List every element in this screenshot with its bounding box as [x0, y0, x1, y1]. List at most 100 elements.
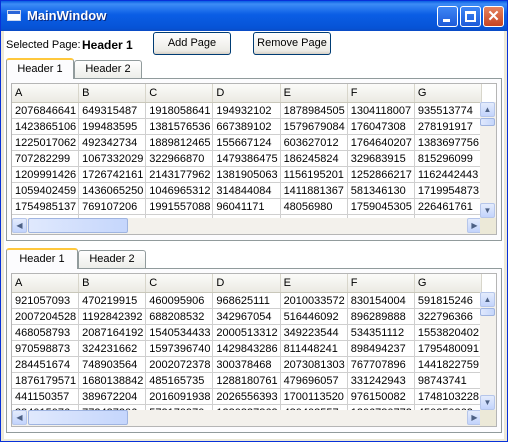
horizontal-scrollbar[interactable]: ◀ ▶ — [12, 218, 482, 234]
grid-cell[interactable]: 1156195201 — [280, 166, 348, 183]
grid-cell[interactable]: 2010033572 — [280, 292, 348, 309]
top-tab-header-2[interactable]: Header 2 — [74, 60, 142, 78]
grid-cell[interactable]: 1209991426 — [12, 166, 80, 183]
column-header[interactable]: D — [212, 84, 281, 103]
grid-cell[interactable]: 976150082 — [347, 388, 415, 405]
table-row[interactable]: 1209991426 1726742161 2143177962 1381905063… — [12, 166, 482, 183]
grid-cell[interactable]: 1726742161 — [78, 166, 147, 183]
grid-cell[interactable]: 48056980 — [280, 198, 348, 215]
add-page-button[interactable]: Add Page — [153, 32, 231, 55]
grid-cell[interactable]: 2076846641 — [12, 102, 80, 119]
grid-cell[interactable]: 460095906 — [145, 292, 214, 309]
grid-cell[interactable]: 324231662 — [78, 340, 147, 357]
grid-cell[interactable]: 1553820402 — [414, 324, 482, 341]
grid-viewport-bottom[interactable]: A B C D E F G 921057093 470219915 460095906 968625… — [12, 274, 482, 410]
grid-cell[interactable]: 1991557088 — [145, 198, 214, 215]
grid-cell[interactable]: 1759045305 — [347, 198, 415, 215]
grid-viewport-top[interactable]: A B C D E F G 2076846641 649315487 1918058641 1949… — [12, 84, 482, 218]
grid-cell[interactable]: 1436065250 — [78, 182, 147, 199]
table-row[interactable]: 284451674 748903564 2002072378 300378468 207… — [12, 356, 482, 373]
grid-cell[interactable]: 1764640207 — [347, 134, 415, 151]
grid-cell[interactable]: 155667124 — [212, 134, 281, 151]
grid-cell[interactable]: 186245824 — [280, 150, 348, 167]
table-row[interactable]: 1423865106 199483595 1381576536 667389102 15… — [12, 118, 482, 135]
scroll-left-icon[interactable]: ◀ — [12, 410, 27, 425]
table-row[interactable]: 921057093 470219915 460095906 968625111 2010… — [12, 292, 482, 309]
grid-cell[interactable]: 1225017062 — [12, 134, 80, 151]
remove-page-button[interactable]: Remove Page — [253, 32, 331, 55]
bottom-tab-header-2[interactable]: Header 2 — [78, 250, 146, 268]
grid-cell[interactable]: 1192842392 — [78, 308, 147, 325]
grid-cell[interactable]: 226461761 — [414, 198, 482, 215]
grid-cell[interactable]: 1597396740 — [145, 340, 214, 357]
grid-cell[interactable]: 492342734 — [78, 134, 147, 151]
bottom-tab-header-1[interactable]: Header 1 — [6, 248, 78, 269]
table-row[interactable]: 1876179571 1680138842 485165735 1288180761 4… — [12, 372, 482, 389]
grid-cell[interactable]: 748903564 — [78, 356, 147, 373]
grid-cell[interactable]: 767707896 — [347, 356, 415, 373]
table-row[interactable]: 970598873 324231662 1597396740 1429843286 81… — [12, 340, 482, 357]
title-bar[interactable]: MainWindow ✕ — [1, 1, 507, 31]
table-row[interactable]: 2076846641 649315487 1918058641 194932102 18… — [12, 102, 482, 119]
column-header[interactable]: A — [12, 84, 80, 103]
grid-cell[interactable]: 811448241 — [280, 340, 348, 357]
grid-cell[interactable]: 329683915 — [347, 150, 415, 167]
grid-cell[interactable]: 970598873 — [12, 340, 80, 357]
grid-cell[interactable]: 2143177962 — [145, 166, 214, 183]
horizontal-scrollbar[interactable]: ◀ ▶ — [12, 410, 482, 426]
column-header[interactable]: A — [12, 274, 80, 293]
grid-cell[interactable]: 1046965312 — [145, 182, 214, 199]
grid-cell[interactable]: 176047308 — [347, 118, 415, 135]
maximize-button[interactable] — [460, 6, 481, 27]
grid-cell[interactable]: 342967054 — [212, 308, 281, 325]
column-header[interactable]: E — [280, 274, 348, 293]
grid-cell[interactable]: 1876179571 — [12, 372, 80, 389]
grid-cell[interactable]: 479696057 — [280, 372, 348, 389]
grid-cell[interactable]: 470219915 — [78, 292, 147, 309]
table-row[interactable]: 1754985137 769107206 1991557088 96041171 480… — [12, 198, 482, 215]
scroll-down-icon[interactable]: ▼ — [480, 395, 495, 410]
table-row[interactable]: 1225017062 492342734 1889812465 155667124 60… — [12, 134, 482, 151]
grid-cell[interactable]: 1889812465 — [145, 134, 214, 151]
grid-cell[interactable]: 485165735 — [145, 372, 214, 389]
scroll-thumb[interactable] — [28, 410, 128, 425]
column-header[interactable]: B — [78, 84, 147, 103]
grid-cell[interactable]: 1795480091 — [414, 340, 482, 357]
grid-cell[interactable]: 1423865106 — [12, 118, 80, 135]
grid-cell[interactable]: 2002072378 — [145, 356, 214, 373]
grid-cell[interactable]: 194932102 — [212, 102, 281, 119]
grid-cell[interactable]: 1719954873 — [414, 182, 482, 199]
grid-cell[interactable]: 1579679084 — [280, 118, 348, 135]
grid-cell[interactable]: 2007204528 — [12, 308, 80, 325]
column-header[interactable]: E — [280, 84, 348, 103]
grid-cell[interactable]: 278191917 — [414, 118, 482, 135]
grid-cell[interactable]: 300378468 — [212, 356, 281, 373]
scroll-thumb[interactable] — [28, 218, 128, 233]
grid-cell[interactable]: 921057093 — [12, 292, 80, 309]
grid-cell[interactable]: 1067332029 — [78, 150, 147, 167]
grid-cell[interactable]: 2016091938 — [145, 388, 214, 405]
grid-cell[interactable]: 649315487 — [78, 102, 147, 119]
grid-cell[interactable]: 389672204 — [78, 388, 147, 405]
column-header[interactable]: F — [347, 84, 415, 103]
grid-cell[interactable]: 1754985137 — [12, 198, 80, 215]
scroll-up-icon[interactable]: ▲ — [480, 102, 495, 117]
grid-cell[interactable]: 199483595 — [78, 118, 147, 135]
grid-cell[interactable]: 1304118007 — [347, 102, 415, 119]
close-button[interactable]: ✕ — [483, 6, 504, 27]
grid-cell[interactable]: 98743741 — [414, 372, 482, 389]
table-row[interactable]: 2007204528 1192842392 688208532 342967054 51… — [12, 308, 482, 325]
grid-cell[interactable]: 603627012 — [280, 134, 348, 151]
grid-cell[interactable]: 96041171 — [212, 198, 281, 215]
grid-cell[interactable]: 581346130 — [347, 182, 415, 199]
scroll-thumb[interactable] — [480, 308, 495, 316]
grid-cell[interactable]: 1381576536 — [145, 118, 214, 135]
grid-cell[interactable]: 2073081303 — [280, 356, 348, 373]
grid-cell[interactable]: 1252866217 — [347, 166, 415, 183]
top-tab-header-1[interactable]: Header 1 — [6, 58, 74, 79]
grid-cell[interactable]: 1288180761 — [212, 372, 281, 389]
grid-cell[interactable]: 441150357 — [12, 388, 80, 405]
scroll-down-icon[interactable]: ▼ — [480, 203, 495, 218]
grid-cell[interactable]: 2000513312 — [212, 324, 281, 341]
grid-cell[interactable]: 314844084 — [212, 182, 281, 199]
